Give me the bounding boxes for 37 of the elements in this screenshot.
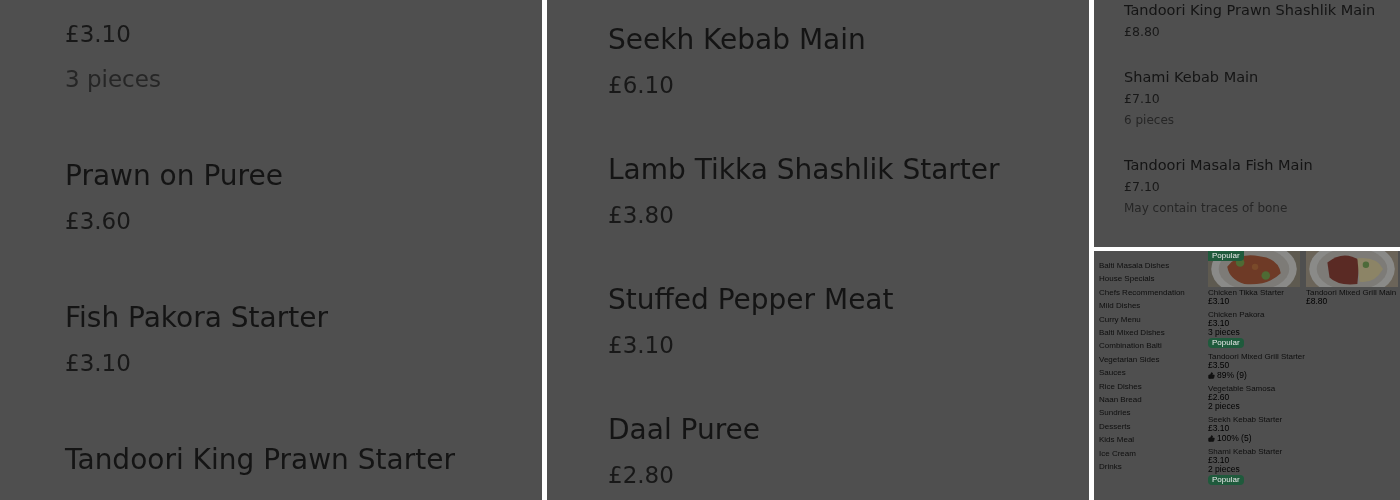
dish-name: Seekh Kebab Main bbox=[608, 22, 866, 58]
dish-price: £3.10 bbox=[65, 20, 131, 49]
dish-name: Shami Kebab Main bbox=[1124, 68, 1259, 87]
dish-price: £8.80 bbox=[1124, 23, 1160, 41]
thumbs-up-icon bbox=[1208, 435, 1215, 442]
dish-name: Tandoori King Prawn Starter bbox=[65, 442, 455, 478]
popular-badge: Popular bbox=[1208, 475, 1244, 485]
dish-price: £3.10 bbox=[1208, 297, 1231, 306]
dish-price: £3.10 bbox=[1208, 456, 1230, 465]
dish-price: £3.10 bbox=[1208, 319, 1230, 328]
thumbs-up-icon bbox=[1208, 372, 1215, 379]
dish-name: Prawn on Puree bbox=[65, 158, 283, 194]
dish-price: £3.60 bbox=[65, 207, 131, 236]
dish-price: £3.80 bbox=[608, 201, 674, 230]
dish-name: Fish Pakora Starter bbox=[65, 300, 328, 336]
dish-name: Tandoori Masala Fish Main bbox=[1124, 156, 1313, 175]
rating-text: 100% (5) bbox=[1217, 434, 1252, 443]
dish-price: £2.80 bbox=[608, 461, 674, 490]
dish-name: Daal Puree bbox=[608, 412, 761, 448]
dish-price: £3.10 bbox=[65, 349, 131, 378]
rating-text: 89% (9) bbox=[1217, 371, 1247, 380]
dish-name: Tandoori King Prawn Shashlik Main bbox=[1124, 1, 1376, 20]
dish-price: £2.60 bbox=[1208, 393, 1230, 402]
dish-note: 2 pieces bbox=[1208, 402, 1240, 411]
dish-price: £7.10 bbox=[1124, 90, 1160, 108]
dish-price: £3.10 bbox=[608, 331, 674, 360]
dish-name: Stuffed Pepper Meat bbox=[608, 282, 894, 318]
popular-badge: Popular bbox=[1208, 338, 1244, 348]
dish-note: 3 pieces bbox=[1208, 328, 1240, 337]
dish-price: £8.80 bbox=[1306, 297, 1329, 306]
dish-note: 2 pieces bbox=[1208, 465, 1240, 474]
dish-price: £3.50 bbox=[1208, 361, 1230, 370]
dish-name: Lamb Tikka Shashlik Starter bbox=[608, 152, 1000, 188]
popular-badge: Popular bbox=[1208, 251, 1244, 261]
dish-price: £6.10 bbox=[608, 71, 674, 100]
dish-price: £3.10 bbox=[1208, 424, 1230, 433]
dish-price: £7.10 bbox=[1124, 178, 1160, 196]
